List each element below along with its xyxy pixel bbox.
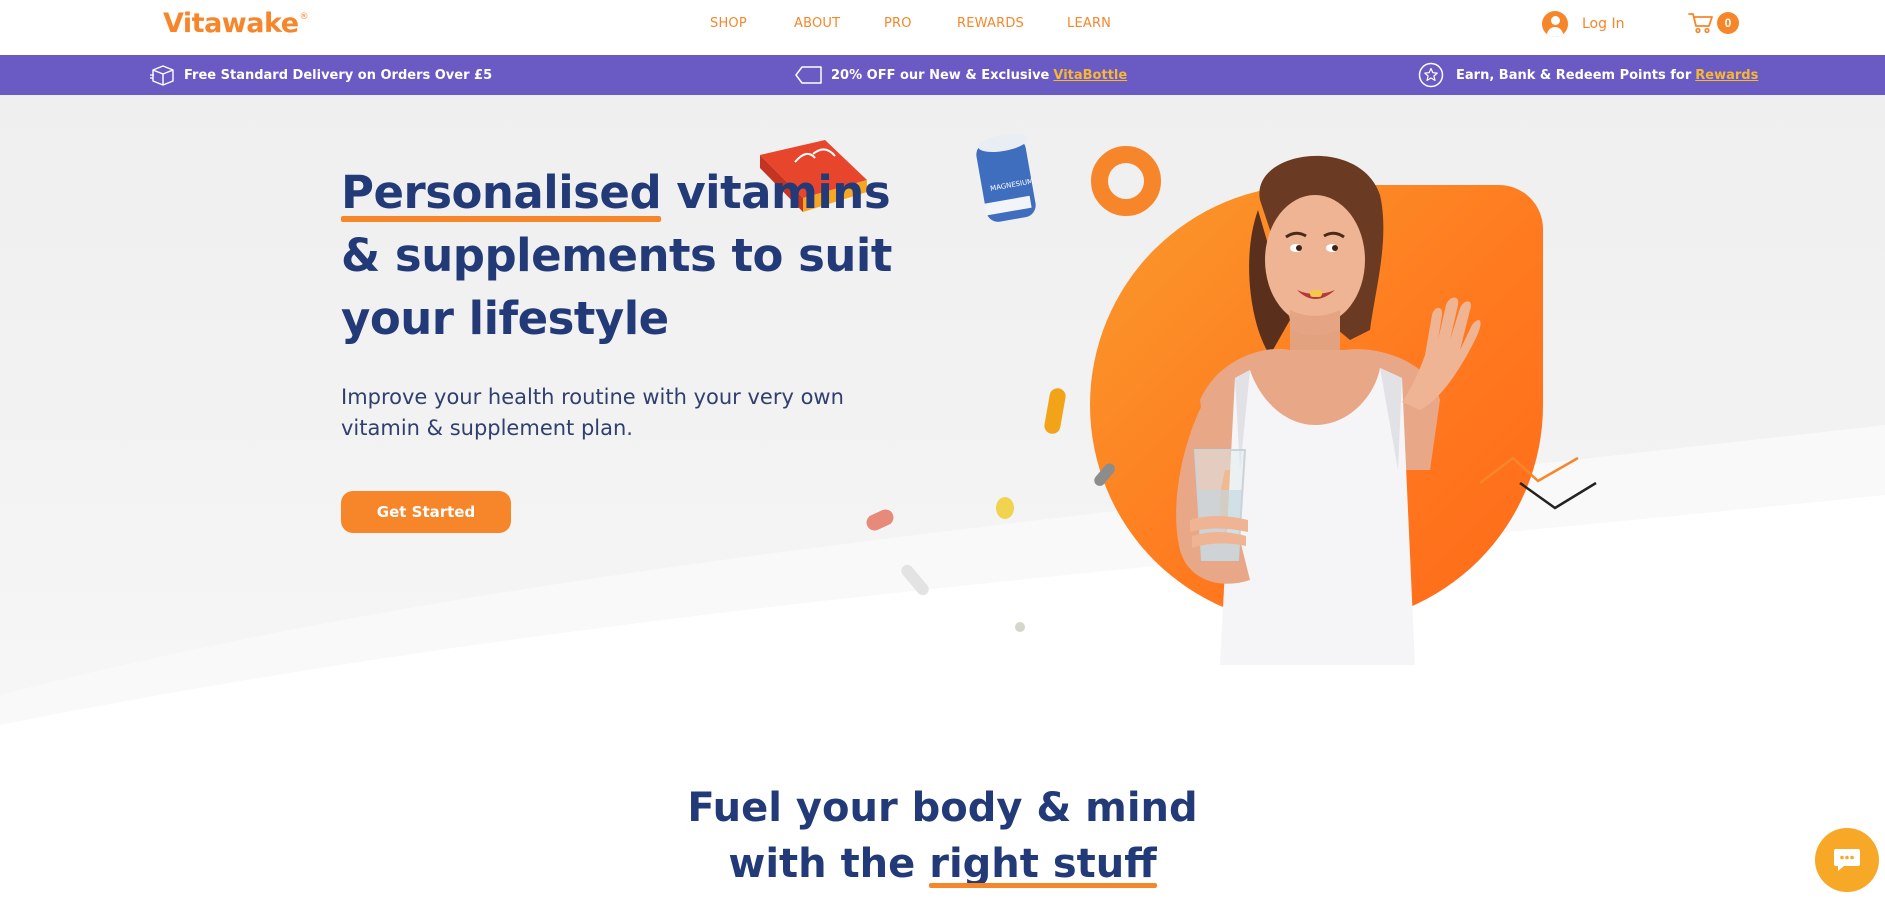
cart-button[interactable]: 0 xyxy=(1688,12,1739,34)
headline-line-3: your lifestyle xyxy=(341,292,669,345)
promo-discount-text: 20% OFF our New & Exclusive xyxy=(831,67,1050,83)
fuel-heading-line-1: Fuel your body & mind xyxy=(687,785,1198,831)
fuel-heading-highlight: right stuff xyxy=(929,836,1158,892)
pink-tablet-image xyxy=(866,509,894,531)
login-link[interactable]: Log In xyxy=(1542,11,1624,37)
rewards-link[interactable]: Rewards xyxy=(1695,68,1758,83)
zigzag-decoration xyxy=(1479,456,1597,510)
nav-shop[interactable]: SHOP xyxy=(710,16,747,31)
hero-section: MAGNESIUM Personalised vitamins & supple… xyxy=(0,95,1885,750)
nav-pro[interactable]: PRO xyxy=(884,16,912,31)
headline-highlight: Personalised xyxy=(341,161,662,224)
headline-rest: vitamins xyxy=(661,166,891,219)
promo-delivery-text: Free Standard Delivery on Orders Over £5 xyxy=(184,67,493,83)
small-pill-image xyxy=(1015,622,1025,632)
headline-line-2: & supplements to suit xyxy=(341,229,892,282)
vitabottle-link[interactable]: VitaBottle xyxy=(1053,68,1127,83)
white-capsule-image xyxy=(901,564,929,596)
yellow-softgel-image xyxy=(996,497,1014,519)
promo-rewards: Earn, Bank & Redeem Points for Rewards xyxy=(1418,55,1758,95)
site-header: Vitawake® SHOP ABOUT PRO REWARDS LEARN L… xyxy=(0,0,1885,55)
tag-icon xyxy=(795,66,822,84)
login-label: Log In xyxy=(1582,16,1625,32)
get-started-button[interactable]: Get Started xyxy=(341,491,511,533)
user-icon xyxy=(1542,11,1568,37)
promo-delivery: Free Standard Delivery on Orders Over £5 xyxy=(150,55,492,95)
nav-about[interactable]: ABOUT xyxy=(794,16,840,31)
promo-bar: Free Standard Delivery on Orders Over £5… xyxy=(0,55,1885,95)
cart-count-badge: 0 xyxy=(1717,12,1739,34)
magnesium-tin-image: MAGNESIUM xyxy=(976,134,1036,222)
fuel-section-heading: Fuel your body & mind with the right stu… xyxy=(0,780,1885,892)
hero-headline: Personalised vitamins & supplements to s… xyxy=(341,161,961,350)
fuel-heading-line-2: with the right stuff xyxy=(0,836,1885,892)
orange-capsule-image xyxy=(1044,388,1066,434)
nav-learn[interactable]: LEARN xyxy=(1067,16,1111,31)
star-icon xyxy=(1418,62,1444,88)
hero-subtext: Improve your health routine with your ve… xyxy=(341,385,844,440)
nav-rewards[interactable]: REWARDS xyxy=(957,16,1024,31)
woman-drinking-water-image xyxy=(1176,155,1481,665)
box-icon xyxy=(150,65,174,86)
chat-icon xyxy=(1834,849,1860,871)
promo-rewards-text: Earn, Bank & Redeem Points for xyxy=(1456,67,1692,83)
grey-capsule-image xyxy=(1094,463,1115,486)
promo-discount: 20% OFF our New & Exclusive VitaBottle xyxy=(795,55,1127,95)
cart-icon xyxy=(1688,13,1713,34)
chat-launcher-button[interactable] xyxy=(1815,828,1879,892)
fuel-heading-prefix: with the xyxy=(728,841,930,887)
